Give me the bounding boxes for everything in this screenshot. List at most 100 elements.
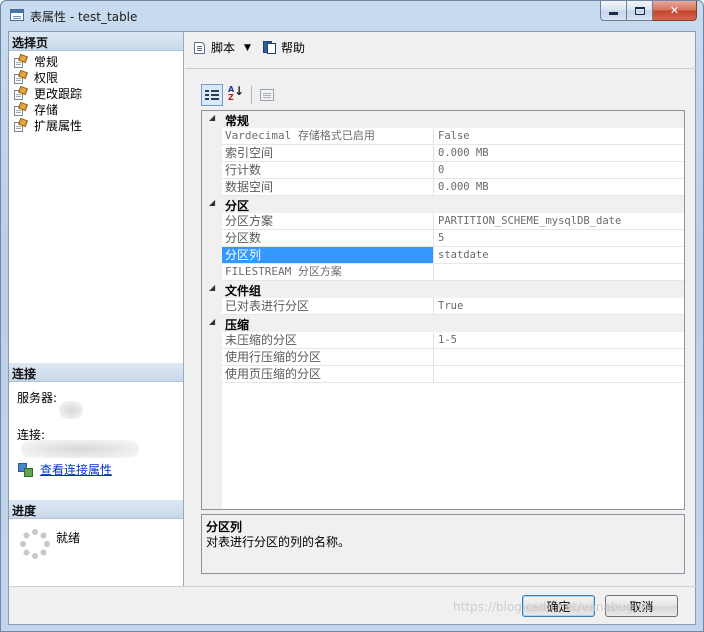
property-pages-icon (260, 89, 274, 101)
property-row[interactable]: 数据空间 0.000 MB (222, 179, 684, 196)
property-grid: ◢ 常规 Vardecimal 存储格式已启用 False 索引空间 0.000 MB 行计… (201, 110, 685, 510)
category-row[interactable]: ◢ 常规 (202, 111, 684, 128)
nav-page-label: 权限 (34, 70, 59, 85)
property-value[interactable]: 1-5 (435, 332, 683, 348)
property-name: 未压缩的分区 (222, 332, 434, 348)
category-label: 压缩 (225, 318, 250, 332)
close-button[interactable]: ✕ (653, 1, 697, 21)
view-connection-link[interactable]: 查看连接属性 (40, 461, 112, 478)
window-title: 表属性 - test_table (30, 10, 138, 24)
property-row[interactable]: 未压缩的分区 1-5 (222, 332, 684, 349)
category-label: 常规 (225, 114, 250, 128)
page-wrench-icon (14, 53, 28, 68)
property-row[interactable]: FILESTREAM 分区方案 (222, 264, 684, 281)
script-dropdown-icon[interactable]: ▼ (244, 43, 251, 53)
maximize-button[interactable] (627, 1, 653, 21)
property-row[interactable]: 分区方案 PARTITION_SCHEME_mysqlDB_date (222, 213, 684, 230)
property-value[interactable]: True (435, 298, 683, 314)
sort-alphabetical-icon: A Z ↓ (228, 84, 244, 102)
script-icon (193, 41, 207, 55)
progress-status: 就绪 (56, 531, 81, 545)
page-wrench-icon (14, 117, 28, 132)
table-window-icon (10, 9, 24, 21)
property-value[interactable]: 0.000 MB (435, 179, 683, 195)
property-row[interactable]: 行计数 0 (222, 162, 684, 179)
properties-window: 表属性 - test_table ✕ 选择页 常规 权限 更改跟踪 存储 扩展属性 连接… (0, 0, 704, 632)
property-row[interactable]: 分区数 5 (222, 230, 684, 247)
maximize-icon (634, 6, 645, 15)
property-name: 分区方案 (222, 213, 434, 229)
page-wrench-icon (14, 69, 28, 84)
property-value[interactable]: 0.000 MB (435, 145, 683, 161)
minimize-button[interactable] (600, 1, 627, 21)
property-pages-button[interactable] (256, 84, 278, 106)
page-wrench-icon (14, 85, 28, 100)
server-name-redacted (59, 401, 83, 419)
property-row[interactable]: Vardecimal 存储格式已启用 False (222, 128, 684, 145)
property-name: 使用页压缩的分区 (222, 366, 434, 382)
view-connection-properties[interactable]: 查看连接属性 (18, 461, 112, 478)
property-value[interactable]: 0 (435, 162, 683, 178)
nav-page-label: 更改跟踪 (34, 86, 83, 101)
nav-page-label: 扩展属性 (34, 118, 83, 133)
page-wrench-icon (14, 101, 28, 116)
minimize-icon (609, 12, 618, 15)
category-row[interactable]: ◢ 压缩 (202, 315, 684, 332)
property-grid-toolbar: A Z ↓ (201, 84, 280, 106)
property-name: 分区数 (222, 230, 434, 246)
alphabetical-view-button[interactable]: A Z ↓ (225, 84, 247, 106)
description-text: 对表进行分区的列的名称。 (206, 535, 351, 549)
nav-page-item[interactable]: 扩展属性 (14, 117, 82, 133)
collapse-icon[interactable]: ◢ (209, 283, 215, 292)
property-name: 分区列 (222, 247, 434, 263)
property-value[interactable]: False (435, 128, 683, 144)
property-name: 数据空间 (222, 179, 434, 195)
property-value[interactable] (435, 264, 683, 280)
caption-buttons: ✕ (600, 1, 697, 21)
script-label: 脚本 (211, 41, 236, 55)
nav-page-item[interactable]: 权限 (14, 69, 58, 85)
title-bar[interactable]: 表属性 - test_table ✕ (1, 1, 703, 31)
property-row[interactable]: 分区列 statdate (222, 247, 684, 264)
category-label: 文件组 (225, 284, 262, 298)
category-label: 分区 (225, 199, 250, 213)
toolbar-separator (251, 86, 252, 104)
categorized-view-button[interactable] (201, 84, 223, 106)
property-value[interactable] (435, 366, 683, 382)
toolbar-divider (185, 68, 696, 69)
nav-page-item[interactable]: 常规 (14, 53, 58, 69)
help-label: 帮助 (281, 41, 306, 55)
nav-page-item[interactable]: 更改跟踪 (14, 85, 82, 101)
property-name: 已对表进行分区 (222, 298, 434, 314)
categorized-icon (205, 89, 219, 101)
property-row[interactable]: 索引空间 0.000 MB (222, 145, 684, 162)
help-button[interactable]: 帮助 (262, 39, 305, 56)
watermark-text: https://blog.csdn.net/vanabuguo (453, 600, 649, 614)
property-row[interactable]: 使用页压缩的分区 (222, 366, 684, 383)
footer-divider (9, 586, 696, 587)
property-name: 行计数 (222, 162, 434, 178)
property-row[interactable]: 已对表进行分区 True (222, 298, 684, 315)
property-value[interactable]: statdate (435, 247, 683, 263)
script-button[interactable]: 脚本 ▼ (193, 39, 251, 56)
property-name: Vardecimal 存储格式已启用 (222, 128, 434, 144)
progress-spinner-icon (20, 529, 50, 559)
property-value[interactable]: 5 (435, 230, 683, 246)
grid-margin (202, 111, 222, 509)
connection-name-redacted (21, 440, 139, 458)
property-name: 使用行压缩的分区 (222, 349, 434, 365)
connection-header: 连接 (9, 363, 183, 382)
nav-page-item[interactable]: 存储 (14, 101, 58, 117)
left-pane: 选择页 常规 权限 更改跟踪 存储 扩展属性 连接 服务器: 连接: 查看连接属性 进度… (9, 32, 184, 586)
property-value[interactable]: PARTITION_SCHEME_mysqlDB_date (435, 213, 683, 229)
collapse-icon[interactable]: ◢ (209, 113, 215, 122)
close-icon: ✕ (669, 4, 680, 17)
connection-properties-icon (18, 462, 34, 477)
property-row[interactable]: 使用行压缩的分区 (222, 349, 684, 366)
collapse-icon[interactable]: ◢ (209, 198, 215, 207)
category-row[interactable]: ◢ 分区 (202, 196, 684, 213)
collapse-icon[interactable]: ◢ (209, 317, 215, 326)
property-value[interactable] (435, 349, 683, 365)
category-row[interactable]: ◢ 文件组 (202, 281, 684, 298)
help-book-icon (262, 40, 277, 55)
